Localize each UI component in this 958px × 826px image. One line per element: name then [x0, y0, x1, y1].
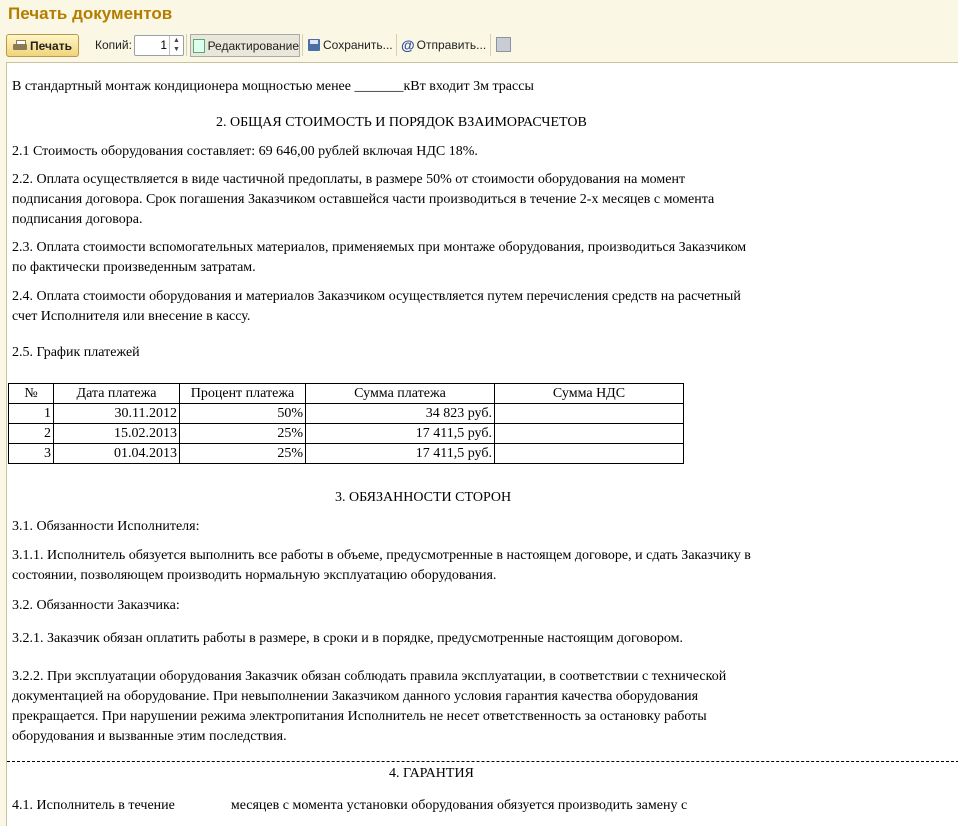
table-header-row: № Дата платежа Процент платежа Сумма пла… — [8, 383, 684, 404]
table-cell — [494, 443, 684, 464]
paragraph-3-1-1-line: 3.1.1. Исполнитель обязуется выполнить в… — [12, 548, 751, 563]
column-header: Сумма платежа — [305, 383, 495, 404]
table-cell: 17 411,5 руб. — [305, 423, 495, 444]
column-header: Процент платежа — [179, 383, 306, 404]
table-cell: 25% — [179, 443, 306, 464]
table-cell — [494, 403, 684, 424]
intro-text: В стандартный монтаж кондиционера мощнос… — [12, 79, 534, 94]
toolbar-divider — [490, 34, 491, 56]
table-row: 2 15.02.2013 25% 17 411,5 руб. — [8, 423, 684, 444]
edit-icon — [193, 38, 205, 53]
paragraph-3-2-2-line: прекращается. При нарушении режима элект… — [12, 709, 707, 724]
toolbar-actions: Редактирование Сохранить... @ Отправить.… — [0, 30, 958, 60]
paragraph-4-1-line: 4.1. Исполнитель в течение месяцев с мом… — [12, 798, 688, 813]
paragraph-3-1-1-line: состоянии, позволяющем производить норма… — [12, 568, 497, 583]
edit-button-label: Редактирование — [207, 38, 299, 53]
section-3-title: 3. ОБЯЗАННОСТИ СТОРОН — [335, 490, 512, 505]
paragraph-2-4-line: 2.4. Оплата стоимости оборудования и мат… — [12, 289, 741, 304]
paragraph-2-2-line: 2.2. Оплата осуществляется в виде частич… — [12, 172, 686, 187]
subsection-3-2-title: 3.2. Обязанности Заказчика: — [12, 598, 180, 613]
floppy-disk-icon — [308, 38, 320, 51]
paragraph-2-4-line: счет Исполнителя или внесение в кассу. — [12, 309, 251, 324]
paragraph-2-2-line: подписания договора. — [12, 212, 143, 227]
column-header: Дата платежа — [53, 383, 180, 404]
window-title: Печать документов — [8, 4, 173, 23]
at-sign-icon: @ — [401, 36, 415, 53]
table-cell: 1 — [8, 403, 54, 424]
table-cell: 01.04.2013 — [53, 443, 180, 464]
table-cell: 15.02.2013 — [53, 423, 180, 444]
column-header: № — [8, 383, 54, 404]
toolbar-divider — [302, 34, 303, 56]
table-cell: 25% — [179, 423, 306, 444]
toolbar-divider — [396, 34, 397, 56]
subsection-3-1-title: 3.1. Обязанности Исполнителя: — [12, 519, 200, 534]
send-button-label: Отправить... — [416, 37, 487, 52]
table-cell: 3 — [8, 443, 54, 464]
document-preview[interactable]: В стандартный монтаж кондиционера мощнос… — [6, 62, 958, 826]
column-header: Сумма НДС — [494, 383, 684, 404]
paragraph-3-2-2-line: 3.2.2. При эксплуатации оборудования Зак… — [12, 669, 727, 684]
table-cell: 2 — [8, 423, 54, 444]
paragraph-2-1: 2.1 Стоимость оборудования составляет: 6… — [12, 144, 478, 159]
table-cell: 17 411,5 руб. — [305, 443, 495, 464]
paragraph-3-2-2-line: оборудования и вызванные этим последстви… — [12, 729, 287, 744]
table-cell: 50% — [179, 403, 306, 424]
paragraph-2-2-line: подписания договора. Срок погашения Зака… — [12, 192, 715, 207]
preview-button[interactable] — [496, 34, 511, 55]
window-titlebar: Печать документов — [0, 0, 958, 30]
paragraph-2-3-line: 2.3. Оплата стоимости вспомогательных ма… — [12, 240, 747, 255]
payment-schedule-table: № Дата платежа Процент платежа Сумма пла… — [8, 383, 684, 464]
section-4-title: 4. ГАРАНТИЯ — [389, 766, 474, 781]
save-button-label: Сохранить... — [323, 37, 393, 52]
edit-button[interactable]: Редактирование — [190, 34, 300, 57]
save-button[interactable]: Сохранить... — [308, 34, 393, 55]
page-break-divider — [7, 761, 958, 762]
table-cell: 34 823 руб. — [305, 403, 495, 424]
section-2-title: 2. ОБЩАЯ СТОИМОСТЬ И ПОРЯДОК ВЗАИМОРАСЧЕ… — [216, 115, 587, 130]
table-cell: 30.11.2012 — [53, 403, 180, 424]
send-button[interactable]: @ Отправить... — [401, 34, 486, 55]
paragraph-2-3-line: по фактически произведенным затратам. — [12, 260, 256, 275]
paragraph-3-2-2-line: документацией на оборудование. При невып… — [12, 689, 699, 704]
table-cell — [494, 423, 684, 444]
paragraph-2-5: 2.5. График платежей — [12, 345, 140, 360]
table-row: 3 01.04.2013 25% 17 411,5 руб. — [8, 443, 684, 464]
table-row: 1 30.11.2012 50% 34 823 руб. — [8, 403, 684, 424]
preview-icon — [496, 37, 511, 52]
paragraph-3-2-1: 3.2.1. Заказчик обязан оплатить работы в… — [12, 631, 683, 646]
